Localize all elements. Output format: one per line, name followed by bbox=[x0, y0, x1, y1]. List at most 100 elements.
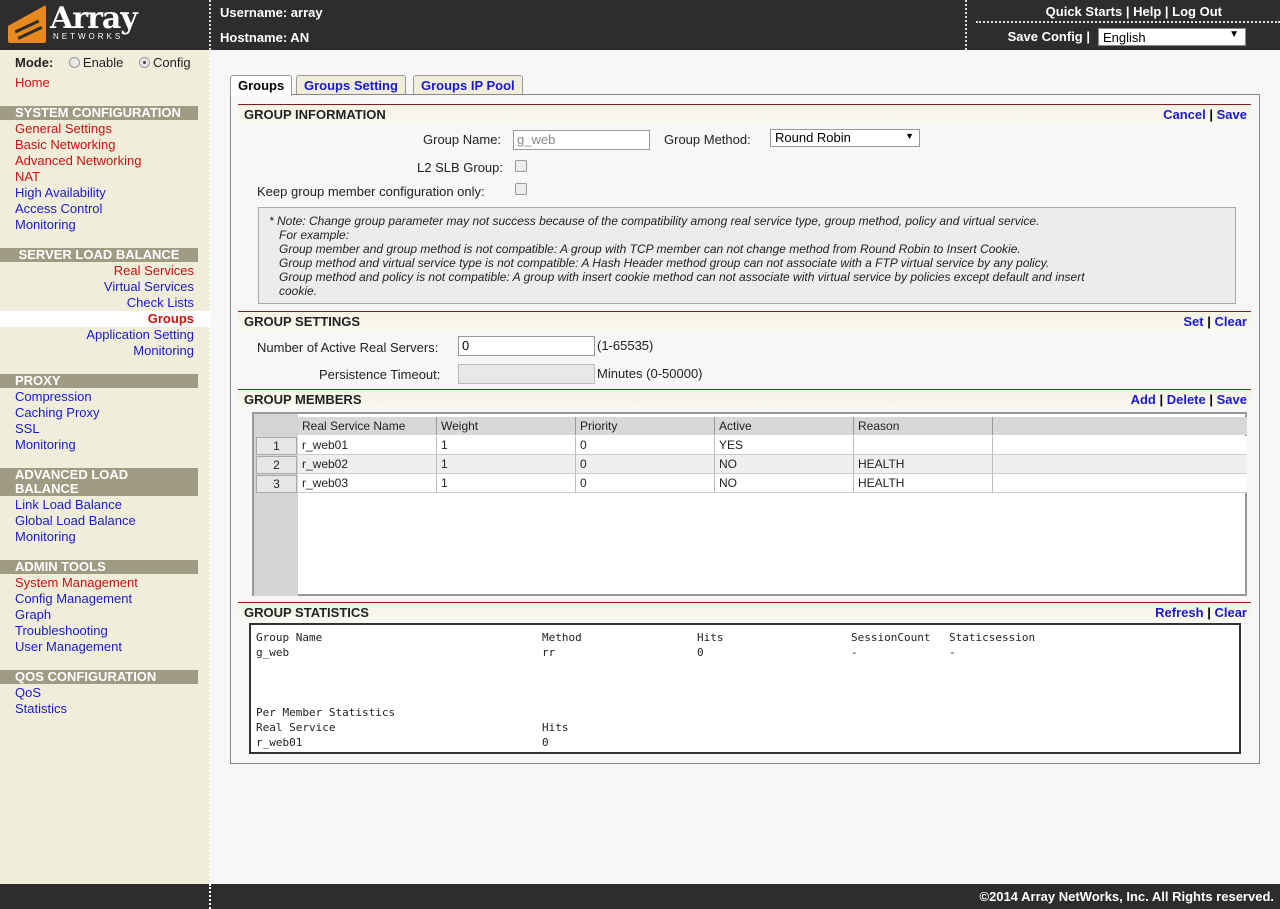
save-link[interactable]: Save bbox=[1217, 107, 1247, 122]
column-header-name[interactable]: Real Service Name bbox=[298, 417, 437, 435]
language-select[interactable]: English ▼ bbox=[1098, 28, 1246, 46]
sidebar-item-slb-monitoring[interactable]: Monitoring bbox=[133, 343, 194, 359]
sidebar-item-real-services[interactable]: Real Services bbox=[114, 263, 194, 279]
cell-active: NO bbox=[715, 455, 854, 474]
column-header-weight[interactable]: Weight bbox=[437, 417, 576, 435]
sidebar-item-general-settings[interactable]: General Settings bbox=[15, 121, 112, 137]
sidebar-item-graph[interactable]: Graph bbox=[15, 607, 51, 623]
help-link[interactable]: Help bbox=[1133, 4, 1161, 19]
group-name-input[interactable]: g_web bbox=[513, 130, 650, 150]
active-servers-input[interactable]: 0 bbox=[458, 336, 595, 356]
sidebar-item-alb-monitoring[interactable]: Monitoring bbox=[15, 529, 76, 545]
quick-starts-link[interactable]: Quick Starts bbox=[1046, 4, 1123, 19]
l2-slb-checkbox[interactable] bbox=[515, 160, 527, 172]
column-header-reason[interactable]: Reason bbox=[854, 417, 993, 435]
sidebar-item-link-load-balance[interactable]: Link Load Balance bbox=[15, 497, 122, 513]
sidebar-item-statistics[interactable]: Statistics bbox=[15, 701, 67, 717]
cell-name: r_web02 bbox=[298, 455, 437, 474]
cell-blank bbox=[993, 474, 1247, 493]
statistics-box: Group Name Method Hits SessionCount Stat… bbox=[249, 623, 1241, 754]
logout-link[interactable]: Log Out bbox=[1172, 4, 1222, 19]
member-header-hits: Hits bbox=[542, 721, 569, 734]
row-number: 3 bbox=[256, 475, 297, 493]
sidebar: Mode: Enable Config Home SYSTEM CONFIGUR… bbox=[0, 50, 210, 884]
clear-link[interactable]: Clear bbox=[1214, 314, 1247, 329]
divider bbox=[209, 0, 211, 50]
persistence-input[interactable] bbox=[458, 364, 595, 384]
home-link[interactable]: Home bbox=[15, 75, 50, 91]
sidebar-item-check-lists[interactable]: Check Lists bbox=[127, 295, 194, 311]
keep-member-label: Keep group member configuration only: bbox=[257, 184, 485, 199]
column-header-active[interactable]: Active bbox=[715, 417, 854, 435]
cell-reason: HEALTH bbox=[854, 474, 993, 493]
sidebar-item-monitoring[interactable]: Monitoring bbox=[15, 217, 76, 233]
sidebar-item-groups[interactable]: Groups bbox=[0, 311, 210, 327]
clear-link[interactable]: Clear bbox=[1214, 605, 1247, 620]
group-method-select[interactable]: Round Robin ▼ bbox=[770, 129, 920, 147]
hostname-label: Hostname: AN bbox=[220, 30, 310, 45]
group-method-label: Group Method: bbox=[664, 132, 751, 147]
sidebar-item-config-management[interactable]: Config Management bbox=[15, 591, 132, 607]
active-servers-hint: (1-65535) bbox=[597, 338, 654, 353]
note-line: Group method and policy is not compatibl… bbox=[279, 270, 1085, 284]
section-title: GROUP SETTINGS bbox=[244, 314, 361, 329]
enable-label: Enable bbox=[82, 55, 124, 70]
tab-groups-setting[interactable]: Groups Setting bbox=[296, 75, 406, 95]
note-line: cookie. bbox=[279, 284, 318, 298]
section-group-members: GROUP MEMBERS Add | Delete | Save bbox=[238, 389, 1251, 409]
cell-reason: HEALTH bbox=[854, 455, 993, 474]
row-number: 1 bbox=[256, 437, 297, 455]
add-link[interactable]: Add bbox=[1131, 392, 1156, 407]
sidebar-item-system-management[interactable]: System Management bbox=[15, 575, 138, 591]
cancel-link[interactable]: Cancel bbox=[1163, 107, 1206, 122]
row-number: 2 bbox=[256, 456, 297, 474]
keep-member-checkbox[interactable] bbox=[515, 183, 527, 195]
sidebar-item-troubleshooting[interactable]: Troubleshooting bbox=[15, 623, 108, 639]
sidebar-item-access-control[interactable]: Access Control bbox=[15, 201, 102, 217]
section-proxy: PROXY bbox=[0, 374, 198, 388]
column-header-blank bbox=[993, 417, 1247, 435]
username-label: Username: array bbox=[220, 5, 323, 20]
persistence-label: Persistence Timeout: bbox=[319, 367, 441, 382]
enable-radio[interactable] bbox=[68, 57, 80, 68]
sidebar-item-application-setting[interactable]: Application Setting bbox=[86, 327, 194, 343]
sidebar-item-caching-proxy[interactable]: Caching Proxy bbox=[15, 405, 100, 421]
cell-priority: 0 bbox=[576, 436, 715, 455]
section-actions: Refresh | Clear bbox=[1155, 605, 1247, 620]
section-actions: Add | Delete | Save bbox=[1130, 392, 1247, 407]
stat-header-hits: Hits bbox=[697, 631, 724, 644]
config-radio[interactable] bbox=[139, 57, 151, 68]
sidebar-item-qos[interactable]: QoS bbox=[15, 685, 41, 701]
save-link[interactable]: Save bbox=[1217, 392, 1247, 407]
section-title-line1: ADVANCED LOAD bbox=[15, 467, 129, 482]
stat-header-static-session: Staticsession bbox=[949, 631, 1036, 644]
column-header-priority[interactable]: Priority bbox=[576, 417, 715, 435]
sidebar-item-nat[interactable]: NAT bbox=[15, 169, 40, 185]
sidebar-item-user-management[interactable]: User Management bbox=[15, 639, 122, 655]
config-label: Config bbox=[153, 55, 191, 70]
sidebar-item-global-load-balance[interactable]: Global Load Balance bbox=[15, 513, 136, 529]
section-admin-tools: ADMIN TOOLS bbox=[0, 560, 198, 574]
stat-value-hits: 0 bbox=[697, 646, 704, 659]
logo-mark-icon bbox=[8, 5, 46, 43]
sidebar-item-proxy-monitoring[interactable]: Monitoring bbox=[15, 437, 76, 453]
sidebar-item-high-availability[interactable]: High Availability bbox=[15, 185, 106, 201]
set-link[interactable]: Set bbox=[1183, 314, 1203, 329]
sidebar-item-compression[interactable]: Compression bbox=[15, 389, 92, 405]
language-value: English bbox=[1103, 30, 1146, 45]
array-logo[interactable]: Array NETWORKS bbox=[8, 1, 140, 45]
delete-link[interactable]: Delete bbox=[1167, 392, 1206, 407]
logo-subtext: NETWORKS bbox=[53, 32, 124, 41]
sidebar-item-ssl[interactable]: SSL bbox=[15, 421, 40, 437]
tab-groups-ip-pool[interactable]: Groups IP Pool bbox=[413, 75, 523, 95]
section-title: GROUP MEMBERS bbox=[244, 392, 362, 407]
mode-label: Mode: bbox=[15, 55, 54, 70]
sidebar-item-virtual-services[interactable]: Virtual Services bbox=[104, 279, 194, 295]
refresh-link[interactable]: Refresh bbox=[1155, 605, 1203, 620]
sidebar-item-advanced-networking[interactable]: Advanced Networking bbox=[15, 153, 141, 169]
tab-groups[interactable]: Groups bbox=[230, 75, 293, 96]
save-config-link[interactable]: Save Config bbox=[1008, 29, 1083, 44]
sidebar-item-basic-networking[interactable]: Basic Networking bbox=[15, 137, 115, 153]
stat-header-group-name: Group Name bbox=[256, 631, 323, 644]
logo-text: Array bbox=[50, 1, 138, 36]
